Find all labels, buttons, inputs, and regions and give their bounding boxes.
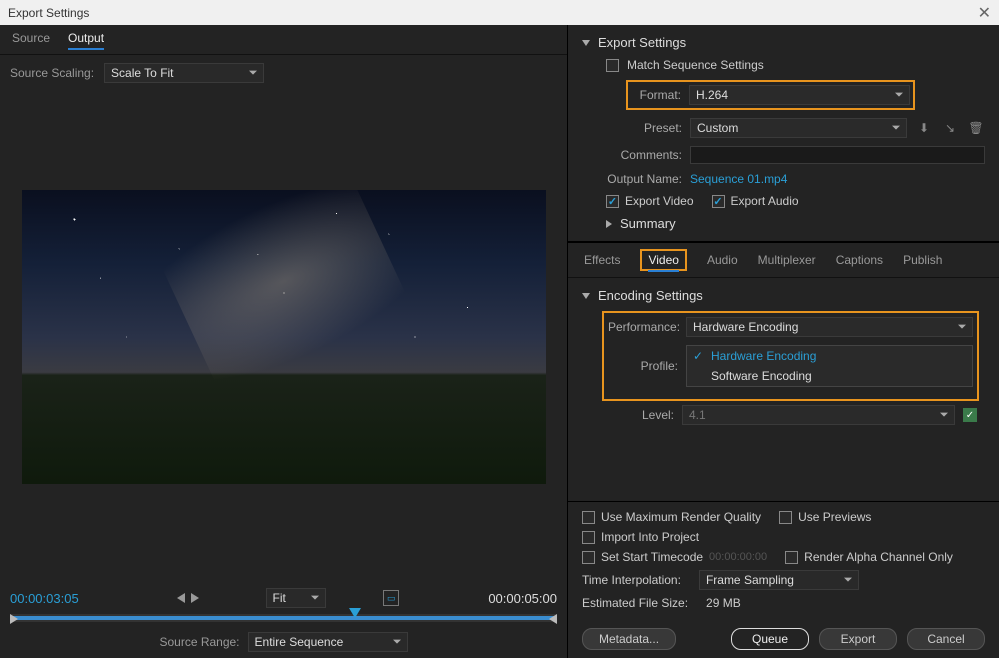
tab-multiplexer[interactable]: Multiplexer	[758, 250, 816, 270]
match-sequence-checkbox[interactable]	[606, 59, 619, 72]
set-start-timecode-checkbox[interactable]	[582, 551, 595, 564]
tab-publish[interactable]: Publish	[903, 250, 942, 270]
export-audio-checkbox[interactable]	[712, 195, 725, 208]
queue-button[interactable]: Queue	[731, 628, 809, 650]
comments-label: Comments:	[582, 148, 682, 162]
estimated-size-label: Estimated File Size:	[582, 596, 688, 610]
use-previews-checkbox[interactable]	[779, 511, 792, 524]
tab-captions[interactable]: Captions	[836, 250, 883, 270]
time-interpolation-dropdown[interactable]: Frame Sampling	[699, 570, 859, 590]
performance-menu: Hardware Encoding Software Encoding	[686, 345, 973, 387]
nav-arrows	[168, 593, 208, 603]
performance-label: Performance:	[608, 320, 678, 334]
export-button[interactable]: Export	[819, 628, 897, 650]
encoding-settings-header[interactable]: Encoding Settings	[582, 288, 985, 303]
in-point-icon[interactable]	[10, 614, 18, 624]
tab-video[interactable]: Video	[648, 250, 678, 272]
source-range-dropdown[interactable]: Entire Sequence	[248, 632, 408, 652]
source-scaling-dropdown[interactable]: Scale To Fit	[104, 63, 264, 83]
aspect-ratio-icon[interactable]: ▭	[383, 590, 399, 606]
source-range-label: Source Range:	[159, 635, 239, 649]
preset-dropdown[interactable]: Custom	[690, 118, 907, 138]
timeline: 00:00:03:05 Fit ▭ 00:00:05:00	[0, 582, 567, 658]
max-render-quality-checkbox[interactable]	[582, 511, 595, 524]
metadata-button[interactable]: Metadata...	[582, 628, 676, 650]
timeline-track[interactable]	[10, 614, 557, 622]
estimated-size-value: 29 MB	[706, 596, 741, 610]
duration-timecode: 00:00:05:00	[457, 591, 557, 606]
cancel-button[interactable]: Cancel	[907, 628, 985, 650]
playhead-icon[interactable]	[349, 608, 361, 618]
close-icon[interactable]: ✕	[978, 3, 991, 23]
settings-tabs: Effects Video Audio Multiplexer Captions…	[568, 242, 999, 278]
render-alpha-checkbox[interactable]	[785, 551, 798, 564]
preview-image	[22, 190, 546, 484]
current-timecode[interactable]: 00:00:03:05	[10, 591, 110, 606]
preview-panel: Source Output Source Scaling: Scale To F…	[0, 25, 568, 658]
time-interpolation-label: Time Interpolation:	[582, 573, 681, 587]
level-label: Level:	[604, 408, 674, 422]
tab-output[interactable]: Output	[68, 31, 104, 50]
save-preset-icon[interactable]: ⬇	[915, 119, 933, 137]
preview-area	[0, 91, 567, 582]
import-preset-icon[interactable]: ↘	[941, 119, 959, 137]
level-check-icon: ✓	[963, 408, 977, 422]
out-point-icon[interactable]	[549, 614, 557, 624]
level-dropdown[interactable]: 4.1	[682, 405, 955, 425]
output-name-label: Output Name:	[582, 172, 682, 186]
profile-label: Profile:	[608, 345, 678, 373]
export-settings-header[interactable]: Export Settings	[582, 35, 985, 50]
titlebar: Export Settings ✕	[0, 0, 999, 25]
match-sequence-label: Match Sequence Settings	[627, 58, 764, 72]
summary-header[interactable]: Summary	[620, 216, 676, 231]
tab-effects[interactable]: Effects	[584, 250, 620, 270]
format-label: Format:	[631, 88, 681, 102]
zoom-fit-dropdown[interactable]: Fit	[266, 588, 326, 608]
settings-panel: Export Settings Match Sequence Settings …	[568, 25, 999, 658]
prev-frame-icon[interactable]	[177, 593, 185, 603]
next-frame-icon[interactable]	[191, 593, 199, 603]
button-row: Metadata... Queue Export Cancel	[568, 624, 999, 658]
performance-dropdown[interactable]: Hardware Encoding	[686, 317, 973, 337]
source-scaling-label: Source Scaling:	[10, 66, 94, 80]
format-dropdown[interactable]: H.264	[689, 85, 910, 105]
import-into-project-checkbox[interactable]	[582, 531, 595, 544]
chevron-right-icon[interactable]	[606, 220, 612, 228]
comments-input[interactable]	[690, 146, 985, 164]
bottom-options: Use Maximum Render Quality Use Previews …	[568, 501, 999, 624]
tab-audio[interactable]: Audio	[707, 250, 738, 270]
preset-label: Preset:	[582, 121, 682, 135]
chevron-down-icon	[582, 40, 590, 46]
option-hardware-encoding[interactable]: Hardware Encoding	[687, 346, 972, 366]
preview-tabs: Source Output	[0, 25, 567, 55]
tab-source[interactable]: Source	[12, 31, 50, 50]
delete-preset-icon[interactable]: 🗑	[967, 119, 985, 137]
window-title: Export Settings	[8, 6, 89, 20]
output-name-link[interactable]: Sequence 01.mp4	[690, 172, 787, 186]
option-software-encoding[interactable]: Software Encoding	[687, 366, 972, 386]
chevron-down-icon	[582, 293, 590, 299]
export-video-checkbox[interactable]	[606, 195, 619, 208]
